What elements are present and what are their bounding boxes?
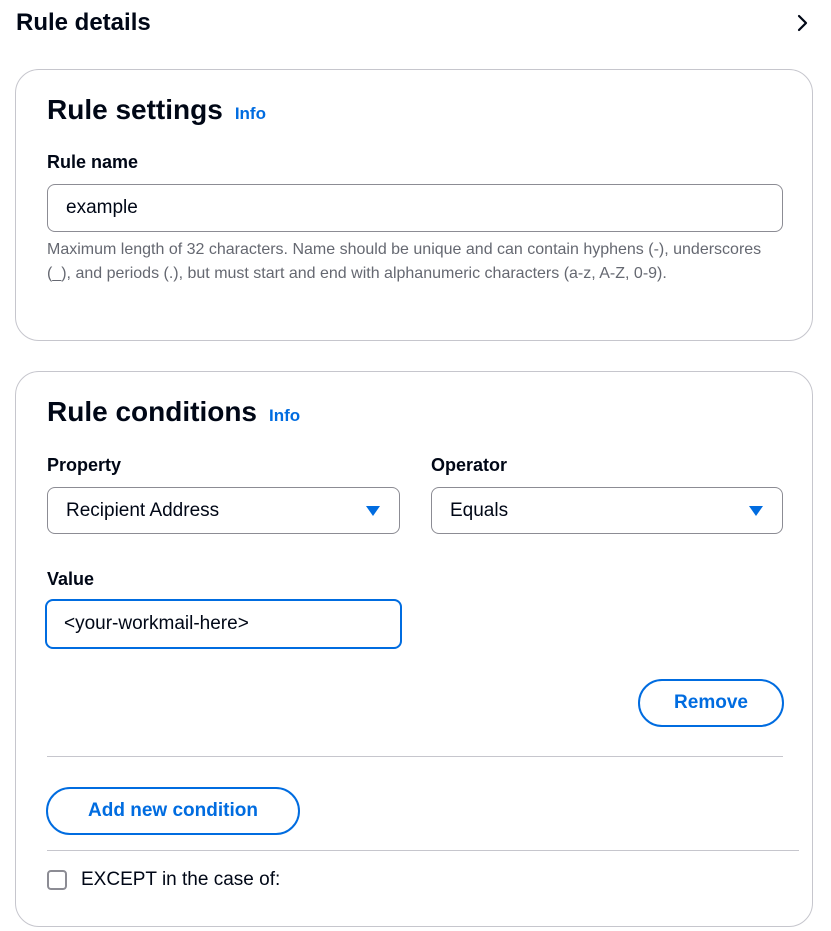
rule-conditions-header: Rule conditions Info <box>47 396 300 428</box>
chevron-right-icon[interactable] <box>794 14 812 32</box>
rule-settings-title: Rule settings <box>47 94 223 125</box>
property-selected-value: Recipient Address <box>66 499 220 521</box>
except-label[interactable]: EXCEPT in the case of: <box>81 869 280 891</box>
rule-name-label: Rule name <box>47 152 139 172</box>
rule-settings-header: Rule settings Info <box>47 94 266 126</box>
value-input[interactable] <box>45 599 402 649</box>
caret-down-icon <box>749 505 763 516</box>
rule-settings-info-link[interactable]: Info <box>235 104 266 124</box>
rule-conditions-info-link[interactable]: Info <box>269 406 300 426</box>
remove-button[interactable]: Remove <box>638 679 784 727</box>
property-select[interactable]: Recipient Address <box>47 487 400 534</box>
rule-name-hint: Maximum length of 32 characters. Name sh… <box>47 241 762 282</box>
rule-conditions-title: Rule conditions <box>47 396 257 427</box>
rule-settings-card: Rule settings Info Rule name Maximum len… <box>15 69 813 341</box>
page-header: Rule details <box>16 6 816 40</box>
operator-label: Operator <box>431 455 508 475</box>
add-new-condition-button[interactable]: Add new condition <box>46 787 300 835</box>
rule-conditions-card: Rule conditions Info Property Recipient … <box>15 371 813 927</box>
caret-down-icon <box>366 505 380 516</box>
except-row: EXCEPT in the case of: <box>47 869 280 891</box>
condition-divider <box>47 756 783 757</box>
operator-selected-value: Equals <box>450 499 509 521</box>
except-checkbox[interactable] <box>47 870 67 890</box>
rule-name-input[interactable] <box>47 184 783 232</box>
operator-select[interactable]: Equals <box>431 487 783 534</box>
value-label: Value <box>47 569 95 589</box>
except-divider <box>47 850 799 851</box>
property-label: Property <box>47 455 122 475</box>
page-title: Rule details <box>16 9 151 36</box>
